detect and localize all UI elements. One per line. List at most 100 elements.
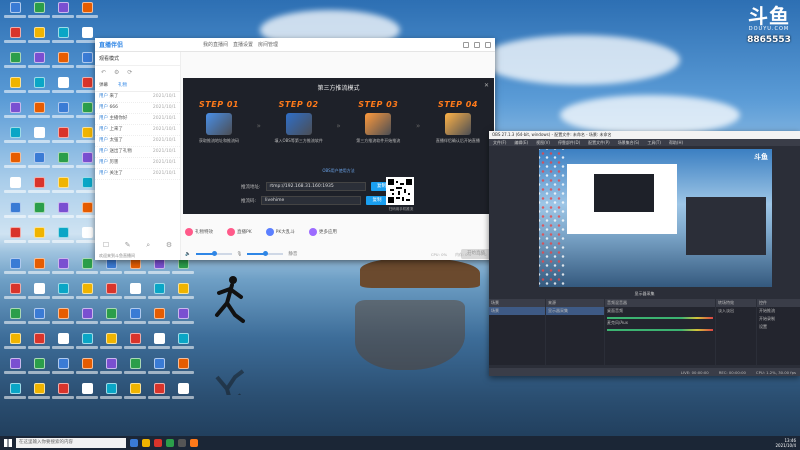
top-info-2[interactable]: 房间管理 xyxy=(258,41,278,48)
desktop-shortcut-icon[interactable] xyxy=(148,333,170,359)
desktop-shortcut-icon[interactable] xyxy=(4,152,26,178)
desktop-shortcut-icon[interactable] xyxy=(4,383,26,409)
obs-menu-item[interactable]: 配置文件(P) xyxy=(588,140,610,146)
settings-icon[interactable]: ⚙ xyxy=(114,69,119,76)
obs-menu-item[interactable]: 停靠部件(D) xyxy=(558,140,580,146)
close-icon[interactable]: ✕ xyxy=(484,82,489,89)
copy-key-button[interactable]: 复制 xyxy=(366,196,389,205)
desktop-shortcut-icon[interactable] xyxy=(76,383,98,409)
desktop-shortcut-icon[interactable] xyxy=(4,227,26,253)
tool-pk[interactable]: 直播PK xyxy=(227,228,252,236)
desktop-shortcut-icon[interactable] xyxy=(100,383,122,409)
desktop-shortcut-icon[interactable] xyxy=(172,333,194,359)
desktop-shortcut-icon[interactable] xyxy=(52,27,74,53)
desktop-shortcut-icon[interactable] xyxy=(4,358,26,384)
desktop-shortcut-icon[interactable] xyxy=(28,102,50,128)
rtmp-field[interactable]: rtmp://192.168.31.160:1935 xyxy=(265,182,366,191)
undo-icon[interactable]: ↶ xyxy=(101,69,106,76)
taskbar-search[interactable]: 在这里输入你要搜索的内容 xyxy=(16,438,126,448)
desktop-shortcut-icon[interactable] xyxy=(172,308,194,334)
tab-danmaku[interactable]: 弹幕 xyxy=(99,82,108,88)
desktop-shortcut-icon[interactable] xyxy=(4,27,26,53)
desktop-shortcut-icon[interactable] xyxy=(28,202,50,228)
desktop-shortcut-icon[interactable] xyxy=(148,358,170,384)
qr-code[interactable] xyxy=(386,177,414,205)
desktop-shortcut-icon[interactable] xyxy=(28,127,50,153)
desktop-shortcut-icon[interactable] xyxy=(4,202,26,228)
desktop-shortcut-icon[interactable] xyxy=(52,177,74,203)
maximize-icon[interactable] xyxy=(474,41,480,48)
douyu-taskbar-icon[interactable] xyxy=(190,439,198,447)
stream-key-field[interactable]: livehime xyxy=(261,196,362,205)
desktop-shortcut-icon[interactable] xyxy=(28,308,50,334)
desktop-shortcut-icon[interactable] xyxy=(76,358,98,384)
desktop-shortcut-icon[interactable] xyxy=(100,258,122,284)
gear-icon[interactable]: ⚙ xyxy=(166,241,172,250)
obs-taskbar-icon[interactable] xyxy=(178,439,186,447)
windows-start-icon[interactable] xyxy=(4,439,12,447)
desktop-shortcut-icon[interactable] xyxy=(52,283,74,309)
desktop-shortcut-icon[interactable] xyxy=(28,152,50,178)
obs-menu-item[interactable]: 工具(T) xyxy=(647,140,661,146)
desktop-shortcut-icon[interactable] xyxy=(4,177,26,203)
desktop-shortcut-icon[interactable] xyxy=(28,2,50,28)
tool-more-apps[interactable]: 更多应用 xyxy=(308,228,337,236)
desktop-shortcut-icon[interactable] xyxy=(76,2,98,28)
desktop-shortcut-icon[interactable] xyxy=(172,283,194,309)
desktop-shortcut-icon[interactable] xyxy=(52,152,74,178)
desktop-shortcut-icon[interactable] xyxy=(52,202,74,228)
desktop-shortcut-icon[interactable] xyxy=(52,102,74,128)
app-icon[interactable] xyxy=(166,439,174,447)
desktop-shortcut-icon[interactable] xyxy=(76,308,98,334)
desktop-shortcut-icon[interactable] xyxy=(28,383,50,409)
obs-menu-item[interactable]: 帮助(H) xyxy=(669,140,683,146)
desktop-shortcut-icon[interactable] xyxy=(172,258,194,284)
desktop-shortcut-icon[interactable] xyxy=(76,283,98,309)
desktop-shortcut-icon[interactable] xyxy=(100,358,122,384)
desktop-shortcut-icon[interactable] xyxy=(148,383,170,409)
desktop-shortcut-icon[interactable] xyxy=(4,308,26,334)
desktop-shortcut-icon[interactable] xyxy=(52,52,74,78)
desktop-shortcut-icon[interactable] xyxy=(52,127,74,153)
desktop-shortcut-icon[interactable] xyxy=(52,2,74,28)
desktop-shortcut-icon[interactable] xyxy=(52,77,74,103)
tool-pk-brawl[interactable]: PK大乱斗 xyxy=(265,228,295,236)
desktop-shortcut-icon[interactable] xyxy=(124,308,146,334)
desktop-shortcut-icon[interactable] xyxy=(100,333,122,359)
desktop-shortcut-icon[interactable] xyxy=(52,333,74,359)
desktop-shortcut-icon[interactable] xyxy=(124,333,146,359)
settings-button[interactable]: 设置 xyxy=(757,323,800,331)
help-link[interactable]: OBS用户使用方法 xyxy=(183,168,494,174)
desktop-shortcut-icon[interactable] xyxy=(28,177,50,203)
obs-menu-item[interactable]: 场景集合(S) xyxy=(618,140,640,146)
top-info-1[interactable]: 直播设置 xyxy=(233,41,253,48)
desktop-shortcut-icon[interactable] xyxy=(148,283,170,309)
desktop-shortcut-icon[interactable] xyxy=(76,258,98,284)
transition-select[interactable]: 淡入淡出 xyxy=(716,307,756,315)
desktop-shortcut-icon[interactable] xyxy=(52,358,74,384)
desktop-shortcut-icon[interactable] xyxy=(28,27,50,53)
desktop-shortcut-icon[interactable] xyxy=(124,283,146,309)
obs-menu-item[interactable]: 视图(V) xyxy=(536,140,550,146)
tab-gifts[interactable]: 礼物 xyxy=(118,82,127,88)
desktop-shortcut-icon[interactable] xyxy=(4,127,26,153)
browser-icon[interactable] xyxy=(154,439,162,447)
desktop-shortcut-icon[interactable] xyxy=(28,258,50,284)
desktop-shortcut-icon[interactable] xyxy=(28,333,50,359)
pen-icon[interactable]: ✎ xyxy=(125,241,131,250)
desktop-shortcut-icon[interactable] xyxy=(52,227,74,253)
obs-menu-item[interactable]: 文件(F) xyxy=(493,140,506,146)
desktop-shortcut-icon[interactable] xyxy=(28,77,50,103)
desktop-shortcut-icon[interactable] xyxy=(52,308,74,334)
desktop-shortcut-icon[interactable] xyxy=(4,77,26,103)
desktop-shortcut-icon[interactable] xyxy=(52,258,74,284)
tool-gift-effects[interactable]: 礼物特效 xyxy=(185,228,213,236)
file-explorer-icon[interactable] xyxy=(142,439,150,447)
desktop-shortcut-icon[interactable] xyxy=(4,283,26,309)
close-icon[interactable] xyxy=(485,41,491,48)
clock[interactable]: 13:46 2021/10/4 xyxy=(775,438,796,448)
desktop-shortcut-icon[interactable] xyxy=(4,258,26,284)
obs-preview[interactable]: 斗鱼 xyxy=(539,149,772,287)
desktop-shortcut-icon[interactable] xyxy=(28,283,50,309)
desktop-shortcut-icon[interactable] xyxy=(100,283,122,309)
